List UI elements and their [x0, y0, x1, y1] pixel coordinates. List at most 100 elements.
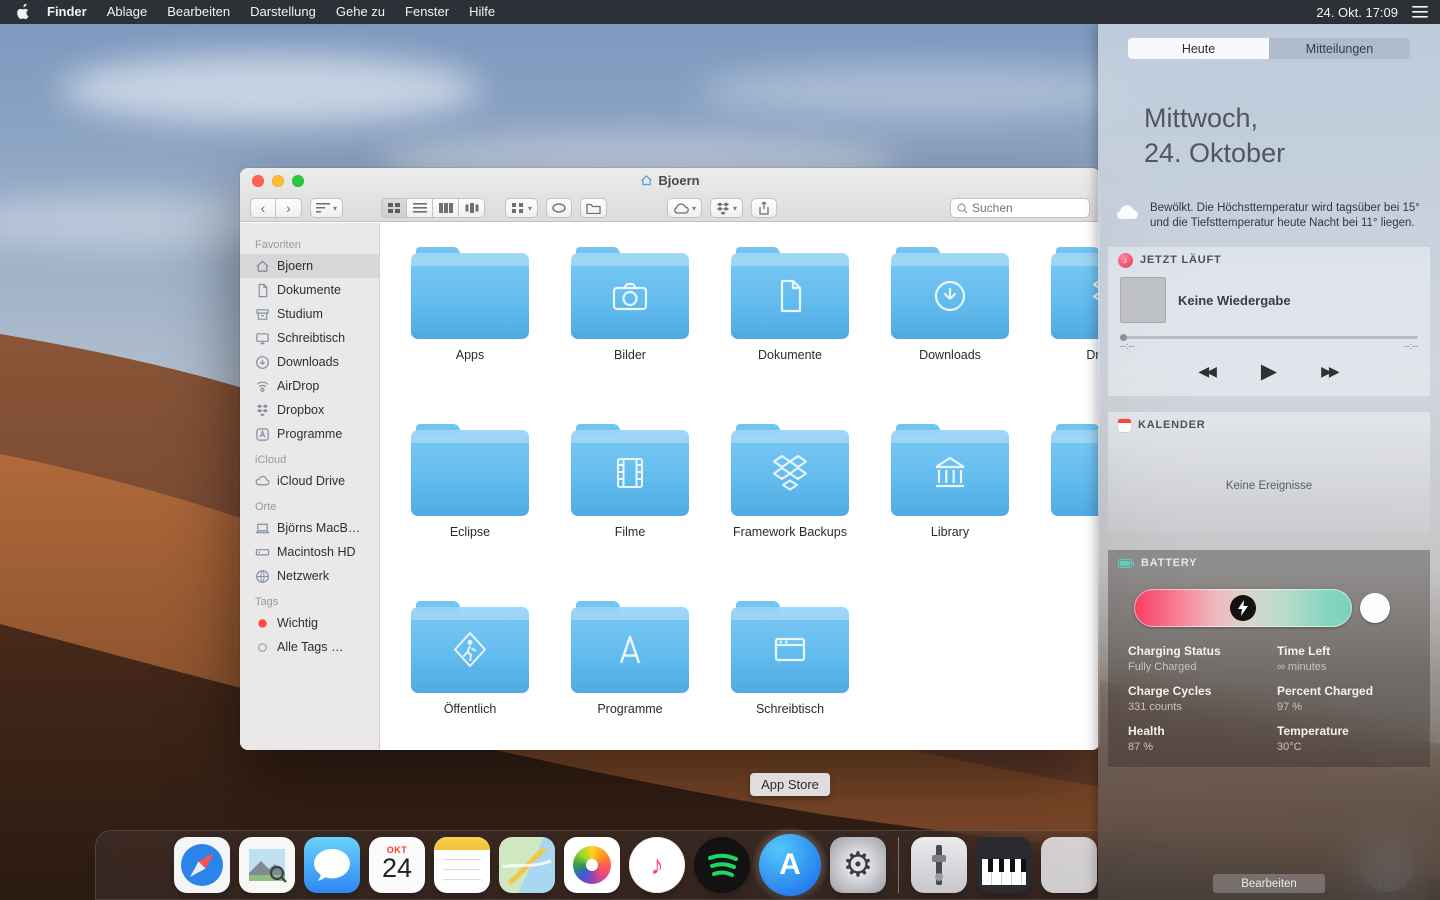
coverflow-view-button[interactable] [459, 198, 486, 218]
sidebar-item-macintosh-hd[interactable]: Macintosh HD [240, 540, 379, 564]
folder-framework-backups[interactable]: Framework Backups [715, 424, 865, 539]
chevron-down-icon: ▾ [333, 203, 338, 213]
menu-item-hilfe[interactable]: Hilfe [459, 0, 505, 24]
dock-spotify-icon[interactable] [694, 837, 750, 893]
forward-button[interactable]: › [276, 198, 302, 218]
dock-hidden-app-icon[interactable] [1041, 837, 1097, 893]
dock-calendar-icon[interactable]: OKT 24 [369, 837, 425, 893]
sidebar-item-tag-wichtig[interactable]: Wichtig [240, 611, 379, 635]
list-view-button[interactable] [407, 198, 434, 218]
sidebar-item-schreibtisch[interactable]: Schreibtisch [240, 326, 379, 350]
sidebar-item-airdrop[interactable]: AirDrop [240, 374, 379, 398]
fast-forward-button[interactable]: ▶▶ [1321, 363, 1340, 380]
dock-itunes-icon[interactable]: ♪ [629, 837, 685, 893]
menu-item-bearbeiten[interactable]: Bearbeiten [157, 0, 240, 24]
dock-messages-icon[interactable] [304, 837, 360, 893]
new-folder-button[interactable] [580, 198, 608, 218]
dropbox-status-button[interactable]: ▾ [710, 198, 744, 218]
sidebar-item-downloads[interactable]: Downloads [240, 350, 379, 374]
battery-header: BATTERY [1108, 550, 1430, 576]
battery-gauge [1134, 588, 1430, 628]
folder-dropbox[interactable]: Dropbox [1035, 247, 1100, 362]
menu-item-fenster[interactable]: Fenster [395, 0, 459, 24]
dock-maps-icon[interactable] [499, 837, 555, 893]
sidebar-item-bjoern[interactable]: Bjoern [240, 254, 379, 278]
dock-midi-keyboard-icon[interactable] [976, 837, 1032, 893]
folder-icon [731, 424, 849, 516]
sidebar-item-studium[interactable]: Studium [240, 302, 379, 326]
folder-apps[interactable]: Apps [395, 247, 545, 362]
folder-schreibtisch[interactable]: Schreibtisch [715, 601, 865, 716]
sidebar-item-icloud-drive[interactable]: iCloud Drive [240, 469, 379, 493]
folder-oeffentlich[interactable]: Öffentlich [395, 601, 545, 716]
dock-system-preferences-icon[interactable]: ⚙ [830, 837, 886, 893]
column-view-button[interactable] [433, 198, 460, 218]
search-input[interactable] [972, 201, 1072, 215]
playback-progress-slider[interactable] [1120, 334, 1418, 341]
sidebar-item-dokumente[interactable]: Dokumente [240, 278, 379, 302]
arrange-button[interactable]: ▾ [505, 198, 539, 218]
search-field[interactable] [950, 198, 1090, 218]
menu-clock[interactable]: 24. Okt. 17:09 [1316, 5, 1398, 20]
folder-bilder[interactable]: Bilder [555, 247, 705, 362]
folder-programme[interactable]: Programme [555, 601, 705, 716]
dock-app-store-icon[interactable]: A App Store [750, 773, 830, 900]
finder-titlebar[interactable]: Bjoern ‹ › ▾ ▾ ▾ ▾ Suchen [240, 168, 1100, 222]
notification-center-toggle-icon[interactable] [1412, 6, 1428, 18]
weather-text: Bewölkt. Die Höchsttemperatur wird tagsü… [1150, 202, 1420, 229]
sidebar-item-netzwerk[interactable]: Netzwerk [240, 564, 379, 588]
apple-logo-icon[interactable] [16, 4, 29, 20]
tab-mitteilungen[interactable]: Mitteilungen [1269, 38, 1410, 59]
dock-preview-icon[interactable] [239, 837, 295, 893]
menu-item-darstellung[interactable]: Darstellung [240, 0, 326, 24]
sidebar-item-label: Dropbox [277, 403, 325, 417]
folder-dokumente[interactable]: Dokumente [715, 247, 865, 362]
sidebar-item-label: Dokumente [277, 283, 341, 297]
battery-icon [1118, 558, 1134, 568]
dock-photos-icon[interactable] [564, 837, 620, 893]
back-button[interactable]: ‹ [250, 198, 276, 218]
rewind-button[interactable]: ◀◀ [1198, 363, 1217, 380]
icloud-status-button[interactable]: ▾ [667, 198, 703, 218]
folder-partial[interactable] [1035, 424, 1100, 525]
edit-button[interactable]: Bearbeiten [1213, 874, 1325, 893]
folder-label: Öffentlich [443, 702, 497, 716]
notes-line [443, 859, 481, 860]
share-button[interactable] [751, 198, 778, 218]
sidebar-item-label: Downloads [277, 355, 339, 369]
tag-button[interactable] [546, 198, 573, 218]
battery-header-label: BATTERY [1141, 557, 1198, 569]
notes-line [443, 869, 481, 870]
sidebar-item-tag-alle[interactable]: Alle Tags … [240, 635, 379, 659]
menu-item-ablage[interactable]: Ablage [97, 0, 157, 24]
chevron-down-icon: ▾ [528, 203, 533, 213]
menu-item-gehe-zu[interactable]: Gehe zu [326, 0, 395, 24]
dock-safari-icon[interactable] [174, 837, 230, 893]
dock-notes-icon[interactable] [434, 837, 490, 893]
progress-knob[interactable] [1120, 334, 1127, 341]
sidebar-item-label: Björns MacB… [277, 521, 361, 535]
stat-health: Health 87 % [1128, 724, 1165, 753]
window-title: Bjoern [240, 173, 1100, 188]
chevron-down-icon: ▾ [692, 203, 697, 213]
folder-filme[interactable]: Filme [555, 424, 705, 539]
stat-charging-status: Charging Status Fully Charged [1128, 644, 1221, 673]
sidebar-item-programme[interactable]: Programme [240, 422, 379, 446]
folder-library[interactable]: Library [875, 424, 1025, 539]
dock-audio-utility-icon[interactable] [911, 837, 967, 893]
sidebar-item-macbook[interactable]: Björns MacB… [240, 516, 379, 540]
tab-heute[interactable]: Heute [1128, 38, 1269, 59]
folder-downloads[interactable]: Downloads [875, 247, 1025, 362]
menu-item-finder[interactable]: Finder [37, 0, 97, 24]
folder-eclipse[interactable]: Eclipse [395, 424, 545, 539]
play-button[interactable]: ▶ [1261, 359, 1277, 384]
album-art-placeholder [1120, 277, 1166, 323]
archive-box-icon [256, 308, 269, 320]
sidebar-item-dropbox[interactable]: Dropbox [240, 398, 379, 422]
sidebar-item-label: Netzwerk [277, 569, 330, 583]
folder-label: Downloads [919, 348, 981, 362]
app-store-a-glyph: A [779, 848, 801, 881]
sidebar-item-label: Macintosh HD [277, 545, 356, 559]
group-by-button[interactable]: ▾ [310, 198, 344, 218]
icon-view-button[interactable] [381, 198, 408, 218]
